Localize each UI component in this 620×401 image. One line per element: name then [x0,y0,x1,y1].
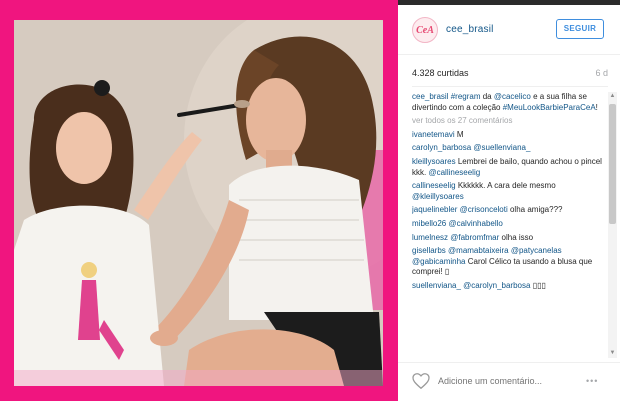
comments-scrollbar[interactable]: ▲ ▼ [608,92,617,358]
view-all-comments-link[interactable]: ver todos os 27 comentários [412,116,604,127]
comment-text: M [456,129,464,139]
avatar[interactable]: CeA [412,17,438,43]
comment-mention[interactable]: @calvinhabello [448,219,502,228]
comment-username[interactable]: suellenviana_ [412,281,461,290]
comment-username[interactable]: carolyn_barbosa [412,143,471,152]
comment-username[interactable]: jaquelinebler [412,205,457,214]
comment-username[interactable]: lumelnesz [412,233,448,242]
caption-text: ! [595,102,598,112]
comment-item: gisellarbs @mamabtaixeira @patycanelas @… [412,246,604,278]
chevron-down-icon[interactable]: ▼ [608,349,617,358]
post-age: 6 d [595,68,608,78]
likes-count[interactable]: 4.328 curtidas [412,68,469,78]
add-comment-bar: ••• [398,362,620,401]
heart-icon[interactable] [412,373,430,389]
post-photo[interactable] [14,20,383,386]
photo-illustration [14,20,383,386]
comment-mention[interactable]: @suellenviana_ [473,143,530,152]
comment-username[interactable]: gisellarbs [412,246,446,255]
post-username[interactable]: cee_brasil [446,24,494,35]
comment-item: carolyn_barbosa @suellenviana_ [412,143,604,154]
comment-item: ivanetemavi M [412,130,604,141]
comment-username[interactable]: ivanetemavi [412,130,455,139]
comment-item: jaquelinebler @crisonceloti olha amiga??… [412,205,604,216]
post-image-frame [0,0,398,401]
comment-username[interactable]: mibello26 [412,219,446,228]
divider [412,86,608,87]
comment-text: olha amiga??? [509,205,563,215]
post-sidebar: CeA cee_brasil SEGUIR 4.328 curtidas 6 d… [398,0,620,401]
comment-text: Kkkkkk. A cara dele mesmo [457,181,556,191]
comment-item: kleillysoares Lembrei de bailo, quando a… [412,157,604,178]
comment-mention[interactable]: @carolyn_barbosa [463,281,530,290]
caption-username[interactable]: cee_brasil [412,92,448,101]
comment-mention[interactable]: @callineseelig [428,168,480,177]
comment-mention[interactable]: @kleillysoares [412,192,464,201]
follow-button[interactable]: SEGUIR [556,19,604,39]
comment-item: lumelnesz @fabromfmar olha isso [412,233,604,244]
chevron-up-icon[interactable]: ▲ [608,92,617,101]
comment-input[interactable] [438,374,578,388]
comment-mention[interactable]: @fabromfmar [450,233,499,242]
comment-text: ▯▯▯ [532,280,546,290]
scrollbar-thumb[interactable] [609,104,616,224]
comment-item: callineseelig Kkkkkk. A cara dele mesmo … [412,181,604,202]
comment-item: suellenviana_ @carolyn_barbosa ▯▯▯ [412,281,604,292]
caption: cee_brasil #regram da @cacelico e a sua … [412,92,604,113]
avatar-logo-text: CeA [416,24,434,36]
post-header: CeA cee_brasil SEGUIR [398,5,620,55]
post-stats: 4.328 curtidas 6 d [412,68,608,82]
comment-username[interactable]: kleillysoares [412,157,456,166]
caption-text: da [480,92,494,101]
comments-list: cee_brasil #regram da @cacelico e a sua … [412,92,604,360]
comment-item: mibello26 @calvinhabello [412,219,604,230]
comment-text: olha isso [501,232,534,242]
caption-hashtag[interactable]: #regram [451,92,481,101]
caption-mention[interactable]: @cacelico [494,92,531,101]
more-options-icon[interactable]: ••• [586,376,598,386]
comment-username[interactable]: callineseelig [412,181,456,190]
comment-mention[interactable]: @crisonceloti [460,205,508,214]
caption-hashtag[interactable]: #MeuLookBarbieParaCeA [503,103,596,112]
